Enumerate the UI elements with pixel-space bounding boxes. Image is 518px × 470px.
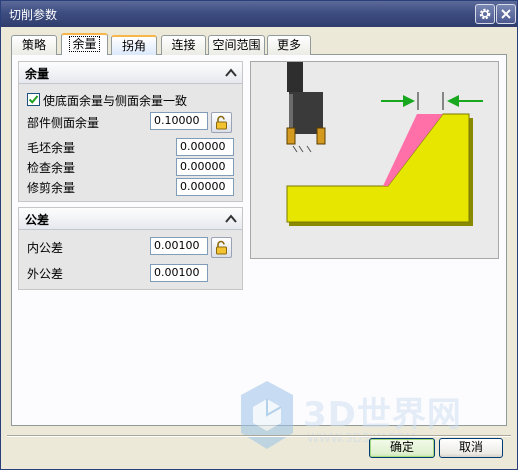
- close-button[interactable]: [496, 4, 516, 24]
- tab-containment[interactable]: 空间范围: [208, 35, 265, 55]
- gear-icon: [479, 8, 491, 20]
- window-title: 切削参数: [9, 8, 58, 22]
- tolerance-panel: 公差 内公差 0.00100 外公差 0.00100: [18, 207, 243, 290]
- tab-label: 更多: [276, 38, 301, 52]
- stock-preview-image: [250, 61, 499, 259]
- outtol-input[interactable]: 0.00100: [150, 264, 208, 282]
- trim-stock-label: 修剪余量: [27, 181, 76, 195]
- tool-tip-lines: [292, 145, 312, 153]
- checkmark-icon: [28, 95, 39, 104]
- lock-icon: [216, 115, 227, 130]
- tolerance-panel-header[interactable]: 公差: [19, 208, 242, 230]
- tab-label: 余量: [69, 36, 100, 52]
- check-stock-label: 检查余量: [27, 161, 76, 175]
- settings-button[interactable]: [475, 4, 495, 24]
- tab-strategy[interactable]: 策略: [11, 35, 57, 55]
- tab-stock[interactable]: 余量: [61, 33, 108, 55]
- dialog-window: 切削参数 策略 余量 拐角 连接 空间范围 更多 余量 使底面余量与侧面余量一致…: [0, 0, 518, 470]
- tab-connect[interactable]: 连接: [161, 35, 206, 55]
- tool-shank: [287, 62, 303, 92]
- close-icon: [501, 9, 511, 19]
- title-bar[interactable]: 切削参数: [1, 1, 517, 27]
- part-side-stock-lock-button[interactable]: [211, 112, 232, 133]
- tab-label: 空间范围: [212, 38, 261, 52]
- stock-collapse-button[interactable]: [222, 64, 239, 81]
- same-floor-side-label: 使底面余量与侧面余量一致: [43, 94, 188, 108]
- tab-label: 策略: [21, 38, 46, 52]
- blank-stock-label: 毛坯余量: [27, 141, 76, 155]
- blank-stock-input[interactable]: 0.00000: [176, 138, 234, 156]
- same-floor-side-checkbox[interactable]: [27, 93, 40, 106]
- arrow-left-icon: [447, 95, 483, 107]
- cancel-button[interactable]: 取消: [439, 438, 503, 458]
- outtol-label: 外公差: [27, 267, 64, 281]
- tab-corner[interactable]: 拐角: [111, 35, 157, 55]
- part-side-stock-label: 部件侧面余量: [27, 116, 100, 130]
- part-side-stock-input[interactable]: 0.10000: [150, 112, 208, 130]
- chevron-up-icon: [224, 214, 237, 223]
- tolerance-panel-title: 公差: [25, 213, 50, 227]
- tool-insert-right: [316, 127, 326, 145]
- stock-panel-header[interactable]: 余量: [19, 62, 242, 84]
- tab-label: 拐角: [121, 39, 146, 53]
- stock-panel-title: 余量: [25, 67, 50, 81]
- ok-button[interactable]: 确定: [369, 438, 435, 458]
- preview-illustration: [286, 62, 483, 226]
- watermark-text: 3D世界网: [303, 395, 462, 435]
- button-separator: [7, 435, 511, 437]
- check-stock-input[interactable]: 0.00000: [176, 158, 234, 176]
- tool-insert-left: [286, 127, 296, 145]
- tab-label: 连接: [171, 38, 196, 52]
- intol-input[interactable]: 0.00100: [150, 237, 208, 255]
- chevron-up-icon: [224, 68, 237, 77]
- trim-stock-input[interactable]: 0.00000: [176, 178, 234, 196]
- intol-label: 内公差: [27, 241, 64, 255]
- cube-logo-icon: [241, 381, 293, 449]
- arrow-right-icon: [381, 95, 415, 107]
- lock-icon: [216, 240, 227, 255]
- tab-more[interactable]: 更多: [267, 35, 311, 55]
- tolerance-lock-button[interactable]: [211, 237, 232, 258]
- stock-panel: 余量 使底面余量与侧面余量一致 部件侧面余量 0.10000 毛坯余量 0.00…: [18, 61, 243, 202]
- tolerance-collapse-button[interactable]: [222, 210, 239, 227]
